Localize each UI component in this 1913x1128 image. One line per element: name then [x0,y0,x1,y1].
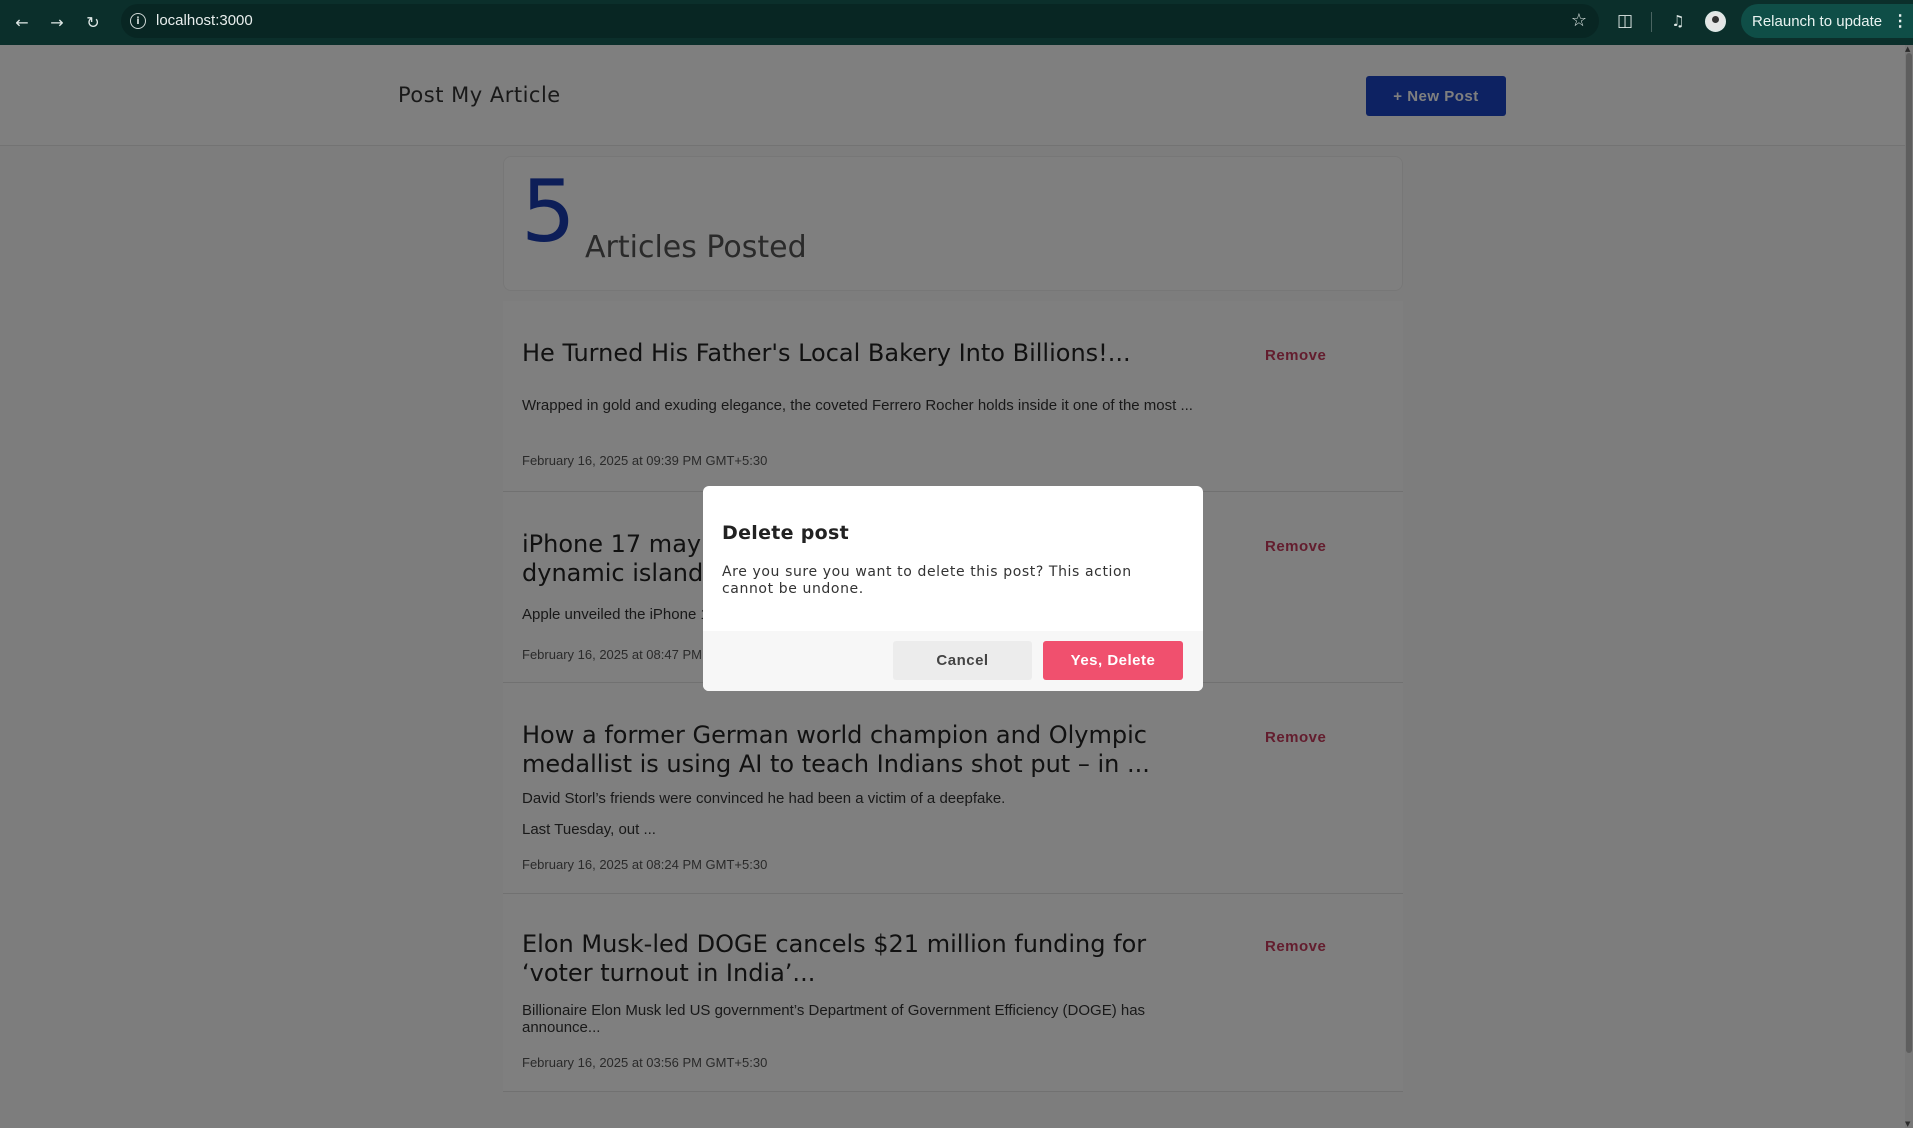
dialog-message: Are you sure you want to delete this pos… [722,564,1132,597]
bookmark-star-icon[interactable]: ☆ [1571,10,1587,31]
browser-toolbar: ← → ↻ i localhost:3000 ☆ ◫ ♫ Relaunch to… [0,0,1913,45]
extensions-icon[interactable]: ◫ [1614,10,1636,32]
address-bar[interactable]: i localhost:3000 ☆ [121,4,1599,38]
cancel-button[interactable]: Cancel [893,641,1032,680]
profile-avatar[interactable] [1705,11,1726,32]
dialog-title: Delete post [722,522,849,544]
media-control-icon[interactable]: ♫ [1667,10,1689,32]
site-info-icon[interactable]: i [130,13,146,29]
reload-icon[interactable]: ↻ [80,9,106,35]
forward-arrow-icon[interactable]: → [44,9,70,35]
more-menu-icon[interactable]: ⋮ [1892,11,1908,31]
relaunch-button[interactable]: Relaunch to update ⋮ [1741,4,1913,38]
relaunch-label: Relaunch to update [1752,12,1883,30]
dialog-footer: Cancel Yes, Delete [703,631,1203,691]
toolbar-divider [1651,12,1652,32]
back-arrow-icon[interactable]: ← [9,9,35,35]
confirm-delete-button[interactable]: Yes, Delete [1043,641,1183,680]
url-text[interactable]: localhost:3000 [156,12,253,29]
delete-confirm-dialog: Delete post Are you sure you want to del… [703,486,1203,691]
